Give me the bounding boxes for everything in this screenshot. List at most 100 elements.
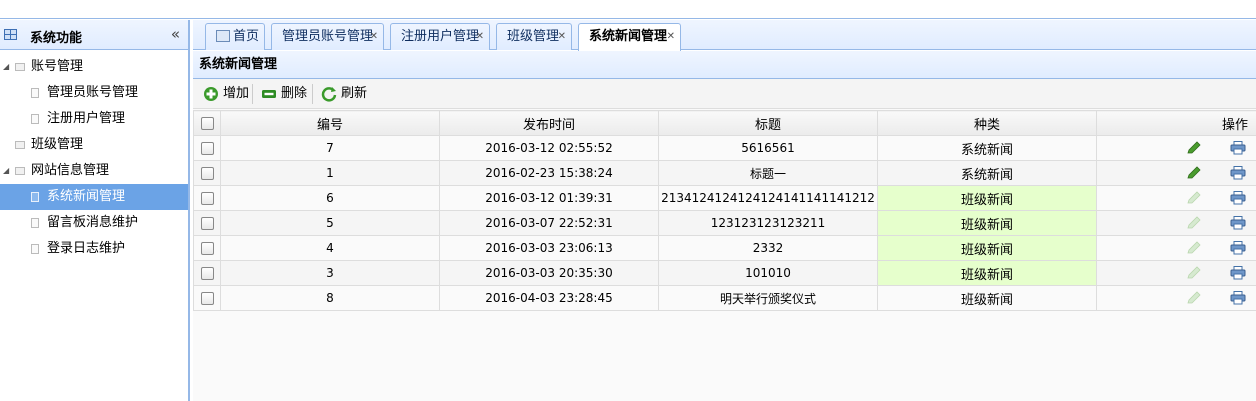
table-row[interactable]: 3 2016-03-03 20:35:30 101010 班级新闻 [193,260,1256,286]
tree-node-admin-accounts[interactable]: 管理员账号管理 [0,80,188,106]
cell-kind: 系统新闻 [877,135,1097,161]
table-row[interactable]: 8 2016-04-03 23:28:45 明天举行颁奖仪式 班级新闻 [193,285,1256,311]
row-checkbox[interactable] [200,192,214,205]
row-checkbox[interactable] [200,217,214,230]
row-checkbox[interactable] [200,267,214,280]
cell-ops [1096,285,1256,311]
grid-header-row: 编号 发布时间 标题 种类 操作 [193,110,1256,136]
sidebar-header: 系统功能 « [0,20,188,50]
tab-system-news[interactable]: 系统新闻管理 ✕ [578,23,681,51]
refresh-icon [321,87,337,102]
close-icon[interactable]: ✕ [667,24,675,49]
cell-time: 2016-03-03 23:06:13 [439,235,659,261]
row-checkbox[interactable] [200,142,214,155]
row-select-cell[interactable] [193,235,221,261]
column-header-title[interactable]: 标题 [658,110,878,136]
tree-node-account[interactable]: ◢ 账号管理 [0,54,188,80]
cell-kind: 班级新闻 [877,235,1097,261]
printer-icon[interactable] [1230,266,1246,280]
cell-id: 7 [220,135,440,161]
tree-node-label: 账号管理 [31,59,84,74]
tree-node-label: 注册用户管理 [47,111,126,126]
cell-title: 标题一 [658,160,878,186]
pencil-icon[interactable] [1186,241,1202,255]
news-grid: 编号 发布时间 标题 种类 操作 7 2016-03-12 02:55:52 5… [193,110,1256,311]
tree-node-registered-users[interactable]: 注册用户管理 [0,106,188,132]
printer-icon[interactable] [1230,291,1246,305]
collapse-icon[interactable]: « [171,25,180,43]
tab-class[interactable]: 班级管理 ✕ [496,23,572,50]
pencil-icon[interactable] [1186,216,1202,230]
row-select-cell[interactable] [193,210,221,236]
table-row[interactable]: 4 2016-03-03 23:06:13 2332 班级新闻 [193,235,1256,261]
row-select-cell[interactable] [193,285,221,311]
cell-time: 2016-03-07 22:52:31 [439,210,659,236]
table-row[interactable]: 5 2016-03-07 22:52:31 123123123123211 班级… [193,210,1256,236]
row-select-cell[interactable] [193,260,221,286]
delete-label: 删除 [281,86,308,101]
expand-triangle-icon[interactable]: ◢ [3,158,9,184]
pencil-icon[interactable] [1186,166,1202,180]
cell-ops [1096,235,1256,261]
column-header-id[interactable]: 编号 [220,110,440,136]
column-header-time[interactable]: 发布时间 [439,110,659,136]
cell-title: 2134124124124124141141141212 [658,185,878,211]
file-icon [31,114,39,124]
refresh-button[interactable]: 刷新 [319,83,367,105]
table-row[interactable]: 1 2016-02-23 15:38:24 标题一 系统新闻 [193,160,1256,186]
tab-registered-users[interactable]: 注册用户管理 ✕ [390,23,490,50]
row-checkbox[interactable] [200,242,214,255]
printer-icon[interactable] [1230,191,1246,205]
printer-icon[interactable] [1230,166,1246,180]
folder-icon [15,63,25,71]
table-row[interactable]: 6 2016-03-12 01:39:31 213412412412412414… [193,185,1256,211]
add-button[interactable]: 增加 [201,83,249,105]
grid-icon [4,29,17,40]
pencil-icon[interactable] [1186,141,1202,155]
row-select-cell[interactable] [193,160,221,186]
tree-node-message-board[interactable]: 留言板消息维护 [0,210,188,236]
cell-id: 5 [220,210,440,236]
tab-home[interactable]: 首页 [205,23,265,50]
tree-node-login-log[interactable]: 登录日志维护 [0,236,188,262]
top-bar [0,0,1256,19]
grid-body: 7 2016-03-12 02:55:52 5616561 系统新闻 1 201… [193,135,1256,311]
printer-icon[interactable] [1230,241,1246,255]
pencil-icon[interactable] [1186,266,1202,280]
column-header-kind[interactable]: 种类 [877,110,1097,136]
row-select-cell[interactable] [193,135,221,161]
row-checkbox[interactable] [200,167,214,180]
select-all-checkbox[interactable] [200,116,214,130]
tree-node-class[interactable]: 班级管理 [0,132,188,158]
cell-id: 4 [220,235,440,261]
row-select-cell[interactable] [193,185,221,211]
sidebar: 系统功能 « ◢ 账号管理 管理员账号管理 注册用户管理 班级管理 ◢ 网站信息… [0,20,190,401]
tab-admin-accounts[interactable]: 管理员账号管理 ✕ [271,23,384,50]
expand-triangle-icon[interactable]: ◢ [3,54,9,80]
cell-time: 2016-04-03 23:28:45 [439,285,659,311]
pencil-icon[interactable] [1186,191,1202,205]
close-icon[interactable]: ✕ [558,24,566,49]
cell-time: 2016-03-12 01:39:31 [439,185,659,211]
close-icon[interactable]: ✕ [476,24,484,49]
printer-icon[interactable] [1230,141,1246,155]
tree-node-label: 留言板消息维护 [47,215,139,230]
close-icon[interactable]: ✕ [370,24,378,49]
cell-time: 2016-03-03 20:35:30 [439,260,659,286]
plus-icon [204,87,218,101]
file-icon [31,192,39,202]
cell-kind: 班级新闻 [877,260,1097,286]
row-checkbox[interactable] [200,292,214,305]
delete-button[interactable]: 删除 [259,83,307,105]
select-all-cell[interactable] [193,110,221,136]
printer-icon[interactable] [1230,216,1246,230]
panel-title: 系统新闻管理 [193,51,1256,79]
tree-node-site-info[interactable]: ◢ 网站信息管理 [0,158,188,184]
pencil-icon[interactable] [1186,291,1202,305]
folder-icon [15,167,25,175]
toolbar-separator [252,84,253,104]
tree-node-system-news[interactable]: 系统新闻管理 [0,184,188,210]
cell-ops [1096,135,1256,161]
cell-ops [1096,260,1256,286]
table-row[interactable]: 7 2016-03-12 02:55:52 5616561 系统新闻 [193,135,1256,161]
